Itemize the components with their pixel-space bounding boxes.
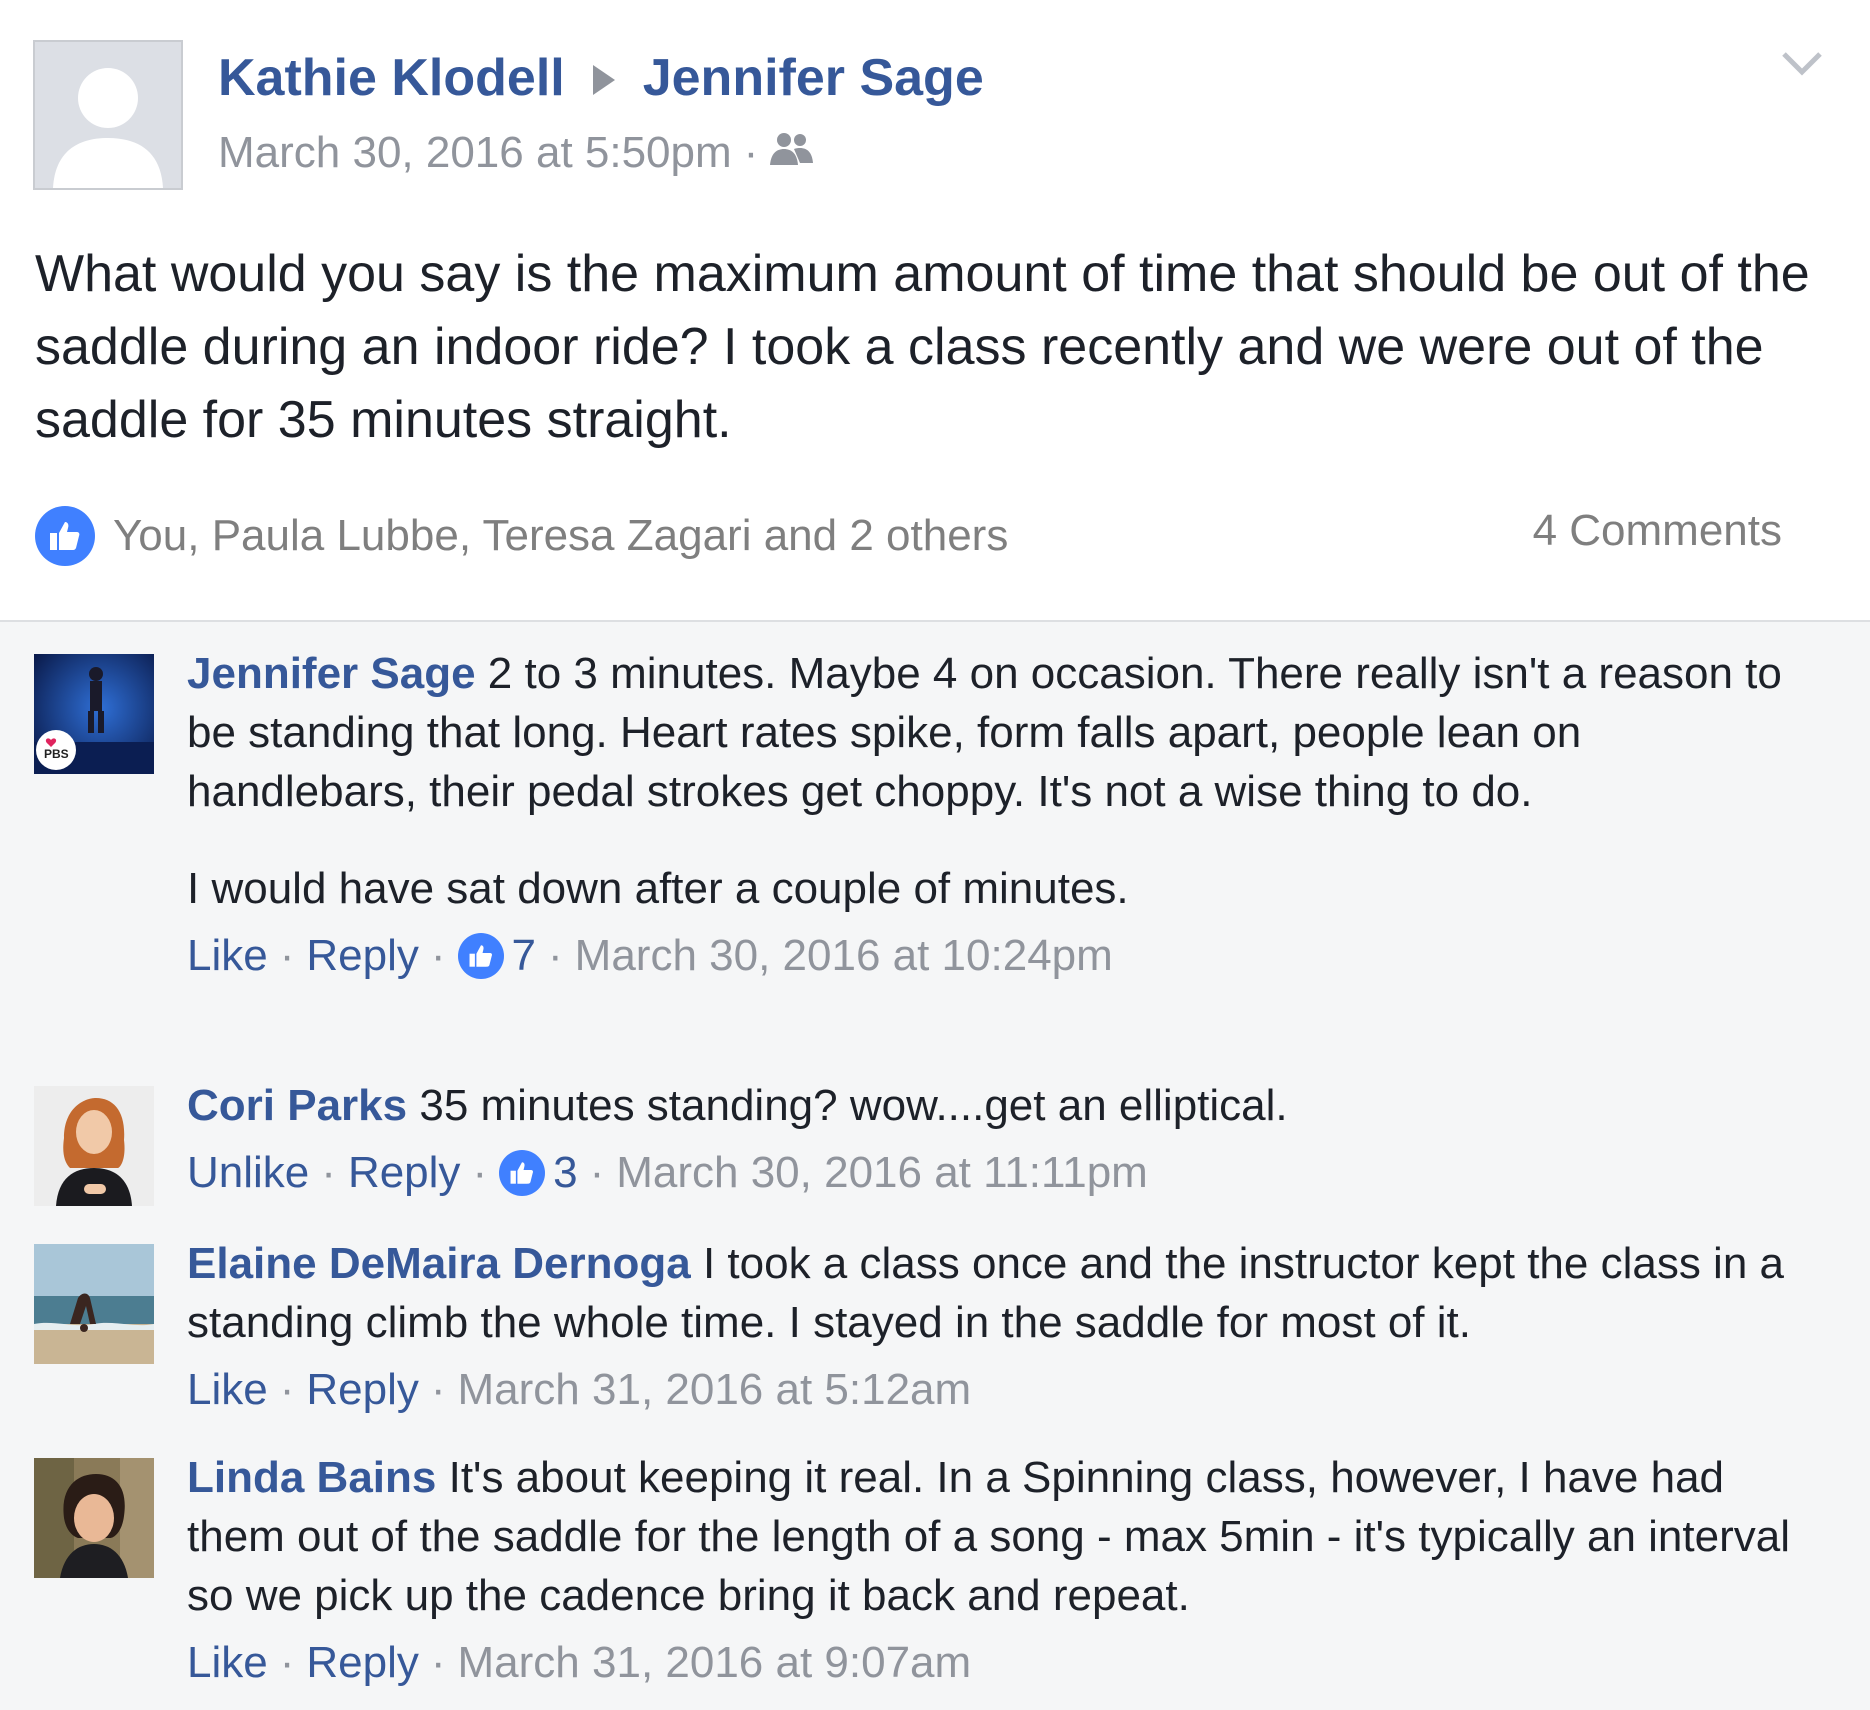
reply-button[interactable]: Reply [306, 1633, 419, 1692]
action-separator: · [279, 1365, 295, 1414]
likes-summary-row[interactable]: You, Paula Lubbe, Teresa Zagari and 2 ot… [35, 506, 1008, 566]
comment-timestamp[interactable]: March 31, 2016 at 5:12am [458, 1360, 972, 1419]
action-separator: · [430, 1365, 446, 1414]
comments-section: PBS Jennifer Sage 2 to 3 minutes. Maybe … [0, 620, 1870, 1710]
comment-actions: Like · Reply · March 31, 2016 at 5:12am [187, 1360, 1807, 1419]
woman-portrait-photo [34, 1086, 154, 1206]
comment-text: 35 minutes standing? wow....get an ellip… [419, 1081, 1288, 1130]
like-button[interactable]: Like [187, 1633, 268, 1692]
post-author-link[interactable]: Kathie Klodell [218, 48, 565, 108]
action-separator: · [589, 1148, 605, 1197]
post-header: Kathie Klodell Jennifer Sage [218, 48, 984, 108]
comment-timestamp[interactable]: March 30, 2016 at 10:24pm [575, 926, 1113, 985]
woman-outdoor-portrait-photo [34, 1458, 154, 1578]
reaction-count[interactable]: 3 [553, 1143, 577, 1202]
comment-text-paragraph: I would have sat down after a couple of … [187, 864, 1129, 913]
comment-actions: Like · Reply · 7 · March 30, 2016 at 10:… [187, 926, 1807, 985]
reply-button[interactable]: Reply [306, 1360, 419, 1419]
comment-author-link[interactable]: Linda Bains [187, 1453, 436, 1502]
comment-timestamp[interactable]: March 30, 2016 at 11:11pm [616, 1143, 1148, 1202]
pbs-badge-text: PBS [44, 747, 69, 761]
comment-timestamp[interactable]: March 31, 2016 at 9:07am [458, 1633, 972, 1692]
comment-author-link[interactable]: Cori Parks [187, 1081, 407, 1130]
beach-yoga-photo [34, 1244, 154, 1364]
comment-author-link[interactable]: Elaine DeMaira Dernoga [187, 1239, 691, 1288]
action-separator: · [430, 931, 446, 980]
comment-author-link[interactable]: Jennifer Sage [187, 649, 476, 698]
comment-actions: Like · Reply · March 31, 2016 at 9:07am [187, 1633, 1807, 1692]
reply-button[interactable]: Reply [348, 1143, 461, 1202]
commenter-avatar[interactable]: PBS [34, 654, 154, 774]
post-meta: March 30, 2016 at 5:50pm · [218, 128, 814, 178]
post-author-avatar[interactable] [33, 40, 183, 190]
action-separator: · [321, 1148, 336, 1197]
like-button[interactable]: Like [187, 926, 268, 985]
comment-body: Jennifer Sage 2 to 3 minutes. Maybe 4 on… [187, 644, 1807, 985]
post-timestamp[interactable]: March 30, 2016 at 5:50pm [218, 128, 732, 178]
action-separator: · [279, 931, 295, 980]
reply-button[interactable]: Reply [306, 926, 419, 985]
group-icon[interactable] [770, 128, 814, 178]
post-target-link[interactable]: Jennifer Sage [643, 48, 984, 108]
post-text: What would you say is the maximum amount… [35, 245, 1810, 449]
triangle-right-icon [592, 48, 615, 108]
comments-count-link[interactable]: 4 Comments [1533, 506, 1782, 556]
commenter-avatar[interactable] [34, 1244, 154, 1364]
stage-performer-photo: PBS [34, 654, 154, 774]
like-button[interactable]: Like [187, 1360, 268, 1419]
meta-separator: · [743, 128, 759, 177]
unlike-button[interactable]: Unlike [187, 1143, 309, 1202]
reaction-count[interactable]: 7 [512, 926, 536, 985]
comment-body: Linda Bains It's about keeping it real. … [187, 1448, 1807, 1692]
action-separator: · [279, 1638, 295, 1687]
post-card: Kathie Klodell Jennifer Sage March 30, 2… [0, 0, 1870, 620]
action-separator: · [472, 1148, 488, 1197]
default-avatar-icon [35, 42, 181, 188]
comment-body: Elaine DeMaira Dernoga I took a class on… [187, 1234, 1807, 1419]
thumbs-up-icon [35, 506, 95, 566]
commenter-avatar[interactable] [34, 1086, 154, 1206]
commenter-avatar[interactable] [34, 1458, 154, 1578]
thumbs-up-icon[interactable] [499, 1149, 546, 1196]
action-separator: · [430, 1638, 446, 1687]
likes-summary-text: You, Paula Lubbe, Teresa Zagari and 2 ot… [113, 511, 1009, 560]
thumbs-up-icon[interactable] [457, 932, 504, 979]
action-separator: · [548, 931, 563, 980]
comment-actions: Unlike · Reply · 3 · March 30, 2016 at 1… [187, 1143, 1807, 1202]
post-options-chevron-icon[interactable] [1780, 48, 1824, 80]
comment-body: Cori Parks 35 minutes standing? wow....g… [187, 1076, 1807, 1202]
